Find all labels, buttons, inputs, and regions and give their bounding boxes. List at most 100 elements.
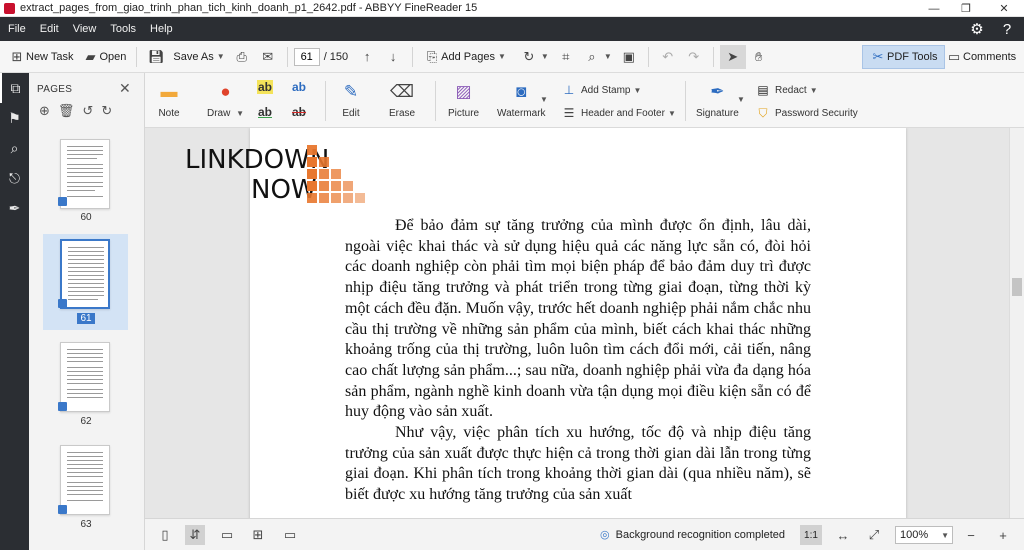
chevron-down-icon: ▼ bbox=[667, 108, 676, 118]
close-window-icon[interactable]: ✕ bbox=[990, 0, 1018, 17]
zoom-select[interactable]: 100% ▼ bbox=[895, 526, 953, 544]
picture-button[interactable]: ▨ Picture bbox=[448, 80, 479, 119]
search-icon[interactable]: ⌕ bbox=[0, 133, 29, 163]
continuous-view-icon[interactable]: ⇵ bbox=[185, 525, 205, 545]
add-stamp-button[interactable]: ⊥ Add Stamp ▼ bbox=[561, 82, 642, 98]
minimize-icon[interactable]: — bbox=[920, 0, 948, 17]
underline-text-button[interactable]: ab bbox=[257, 105, 273, 119]
paragraph: Để bảo đảm sự tăng trưởng của mình được … bbox=[345, 217, 811, 421]
separator bbox=[136, 46, 138, 67]
highlight-text-button[interactable]: ab bbox=[257, 80, 274, 94]
chevron-down-icon: ▼ bbox=[540, 52, 549, 61]
document-view[interactable]: LINKDOWN NOW Để bảo đảm sự tăng trưởng c… bbox=[145, 128, 1024, 518]
app-logo-icon bbox=[4, 2, 15, 14]
strikethrough-text-button[interactable]: ab bbox=[291, 105, 307, 119]
password-security-button[interactable]: ⛉ Password Security bbox=[755, 105, 857, 121]
separator bbox=[412, 46, 414, 67]
help-icon[interactable]: ? bbox=[997, 19, 1017, 39]
thumbnail-label: 62 bbox=[80, 416, 92, 427]
two-page-view-icon[interactable]: ▭ bbox=[217, 525, 237, 545]
erase-button[interactable]: ⌫ Erase bbox=[389, 80, 415, 119]
signature-pen-icon[interactable]: ✒ bbox=[0, 193, 29, 223]
search-page-button[interactable]: ⌕ ▼ bbox=[579, 45, 616, 69]
zoom-out-icon[interactable]: − bbox=[961, 525, 981, 545]
comment-icon: ▭ bbox=[947, 49, 961, 64]
attachment-icon[interactable]: ⎋ bbox=[0, 163, 29, 193]
chevron-down-icon[interactable]: ▼ bbox=[540, 95, 548, 104]
watermark-square bbox=[319, 157, 329, 167]
draw-button[interactable]: ● Draw ▼ bbox=[207, 80, 244, 119]
pdf-tools-button[interactable]: ✂ PDF Tools bbox=[862, 45, 945, 69]
page-number-input[interactable] bbox=[293, 47, 320, 66]
comments-button[interactable]: ▭ Comments bbox=[945, 45, 1016, 69]
redo-icon: ↷ bbox=[688, 48, 700, 64]
edit-button[interactable]: ✎ Edit bbox=[339, 80, 363, 119]
menu-tools[interactable]: Tools bbox=[103, 23, 143, 35]
print-button[interactable]: ⎙ bbox=[229, 45, 255, 69]
replace-text-icon: ab bbox=[292, 80, 307, 94]
new-task-button[interactable]: ⊞ New Task bbox=[4, 45, 77, 69]
vertical-scrollbar[interactable] bbox=[1009, 128, 1024, 518]
note-button[interactable]: ▬ Note bbox=[157, 80, 181, 119]
actual-size-button[interactable]: 1:1 bbox=[800, 525, 822, 545]
bookmark-icon[interactable]: ⚑ bbox=[0, 103, 29, 133]
menu-edit[interactable]: Edit bbox=[33, 23, 66, 35]
menu-view[interactable]: View bbox=[66, 23, 104, 35]
pdf-tools-ribbon: ▬ Note ● Draw ▼ ab ab ab ab ✎ Edit ⌫ Era… bbox=[145, 73, 1024, 128]
save-button[interactable]: 💾︎ bbox=[143, 45, 169, 69]
fit-width-icon[interactable]: ↔ bbox=[833, 525, 853, 545]
add-pages-button[interactable]: ⎘ Add Pages ▼ bbox=[419, 45, 510, 69]
redact-button[interactable]: ▤ Redact ▼ bbox=[755, 82, 817, 98]
page-type-icon bbox=[58, 197, 67, 206]
watermark-button[interactable]: ◙ Watermark bbox=[497, 80, 546, 119]
open-button[interactable]: ▰ Open bbox=[77, 45, 130, 69]
save-icon: 💾︎ bbox=[148, 48, 165, 64]
mail-icon: ✉ bbox=[262, 48, 274, 64]
save-as-button[interactable]: Save As ▼ bbox=[169, 45, 228, 69]
chevron-down-icon[interactable]: ▼ bbox=[737, 95, 745, 104]
image-tool-button[interactable]: ▣ bbox=[616, 45, 642, 69]
restore-icon[interactable]: ❐ bbox=[952, 0, 980, 17]
previous-page-button[interactable]: ↑ bbox=[354, 45, 380, 69]
pages-panel-icon[interactable]: ⧉ bbox=[0, 73, 29, 103]
settings-gear-icon[interactable]: ⚙ bbox=[967, 19, 987, 39]
hand-tool-button[interactable]: ✋︎ bbox=[746, 45, 772, 69]
email-button[interactable]: ✉ bbox=[255, 45, 281, 69]
zoom-in-icon[interactable]: + bbox=[993, 525, 1013, 545]
close-panel-icon[interactable]: ✕ bbox=[119, 80, 131, 97]
document-text[interactable]: Để bảo đảm sự tăng trưởng của mình được … bbox=[345, 216, 811, 506]
signature-button[interactable]: ✒ Signature bbox=[696, 80, 739, 119]
fit-page-icon[interactable]: ⤢ bbox=[864, 525, 884, 545]
folder-icon: ▰ bbox=[85, 48, 96, 64]
watermark-square bbox=[343, 181, 353, 191]
crop-button[interactable]: ⌗ bbox=[553, 45, 579, 69]
watermark-logo: LINKDOWN NOW bbox=[185, 145, 385, 210]
arrow-up-icon: ↑ bbox=[363, 49, 371, 64]
crop-icon: ⌗ bbox=[562, 48, 570, 64]
add-page-icon[interactable]: ⊕ bbox=[39, 103, 50, 119]
single-page-view-icon[interactable]: ▯ bbox=[155, 525, 175, 545]
rotate-button[interactable]: ↻ ▼ bbox=[516, 45, 553, 69]
edit-pencil-icon: ✎ bbox=[343, 82, 359, 101]
note-label: Note bbox=[158, 108, 180, 119]
full-screen-icon[interactable]: ▭ bbox=[280, 525, 300, 545]
menu-help[interactable]: Help bbox=[143, 23, 180, 35]
watermark-square bbox=[355, 193, 365, 203]
rotate-right-icon[interactable]: ↻ bbox=[101, 103, 112, 119]
two-page-continuous-icon[interactable]: ⊞ bbox=[248, 525, 268, 545]
delete-icon[interactable]: 🗑︎ bbox=[58, 103, 75, 119]
menu-file[interactable]: File bbox=[0, 23, 33, 35]
separator bbox=[685, 81, 686, 121]
header-footer-button[interactable]: ☰ Header and Footer ▼ bbox=[561, 105, 676, 121]
watermark-square bbox=[331, 169, 341, 179]
rotate-left-icon[interactable]: ↺ bbox=[82, 103, 93, 119]
thumbnail-label: 63 bbox=[80, 519, 92, 530]
scrollbar-thumb[interactable] bbox=[1012, 278, 1022, 296]
chevron-down-icon: ▼ bbox=[216, 52, 225, 61]
watermark-label: Watermark bbox=[497, 108, 546, 119]
redo-button[interactable]: ↷ bbox=[681, 45, 707, 69]
next-page-button[interactable]: ↓ bbox=[380, 45, 406, 69]
undo-button[interactable]: ↶ bbox=[655, 45, 681, 69]
select-tool-button[interactable]: ➤ bbox=[719, 44, 746, 69]
replace-text-button[interactable]: ab bbox=[291, 80, 307, 94]
